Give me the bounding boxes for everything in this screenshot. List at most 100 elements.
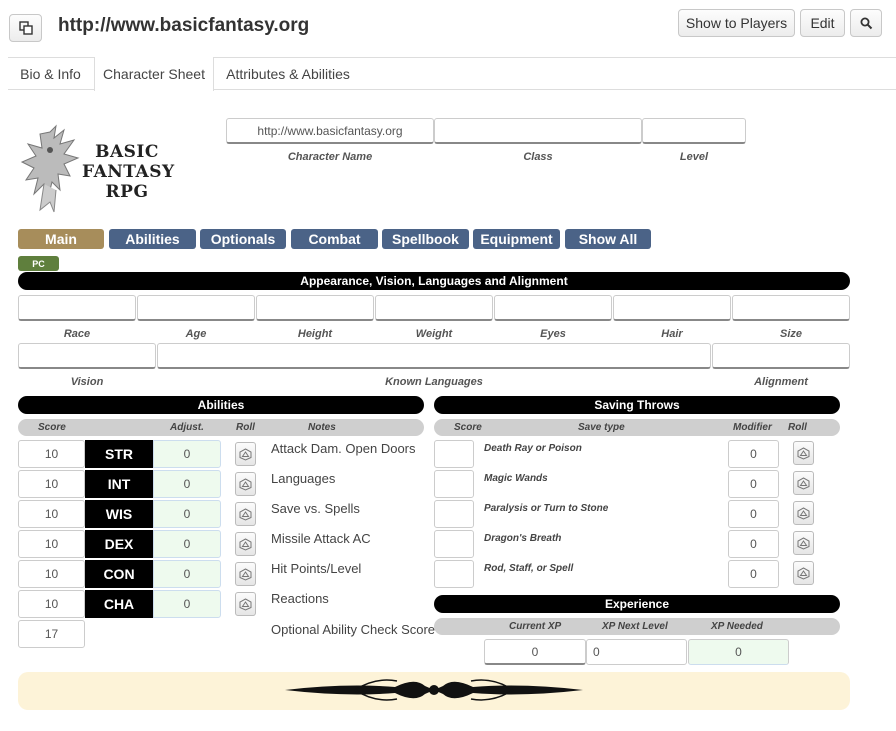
pc-badge[interactable]: PC <box>18 256 59 271</box>
nav-combat-button[interactable]: Combat <box>291 229 378 249</box>
paralysis-modifier[interactable]: 0 <box>728 500 779 528</box>
eyes-label: Eyes <box>540 328 566 340</box>
saving-throws-column-header-bar <box>434 419 840 436</box>
search-button[interactable] <box>850 9 882 37</box>
popout-icon <box>18 21 33 35</box>
popout-button[interactable] <box>9 14 42 42</box>
logo-line-1: BASIC <box>95 142 159 162</box>
cha-roll-button[interactable] <box>235 592 256 616</box>
logo-line-3: RPG <box>105 182 149 202</box>
known-languages-label: Known Languages <box>385 376 483 388</box>
int-note: Languages <box>271 471 336 486</box>
size-label: Size <box>779 328 802 340</box>
hair-field[interactable] <box>613 295 731 321</box>
con-note: Hit Points/Level <box>271 561 362 576</box>
race-label: Race <box>63 328 91 340</box>
rod-staff-spell-score[interactable] <box>434 560 474 588</box>
abilities-adjust-header: Adjust. <box>170 422 204 433</box>
death-ray-roll-button[interactable] <box>793 441 814 465</box>
xp-next-level-field: 0 <box>586 639 687 665</box>
dice-icon <box>797 506 810 520</box>
alignment-field[interactable] <box>712 343 850 369</box>
dragon-logo-image <box>20 124 82 216</box>
page-title: http://www.basicfantasy.org <box>58 15 310 36</box>
known-languages-field[interactable] <box>157 343 711 369</box>
abilities-section-header: Abilities <box>18 396 424 414</box>
paralysis-roll-button[interactable] <box>793 501 814 525</box>
death-ray-modifier[interactable]: 0 <box>728 440 779 468</box>
xp-needed-header: XP Needed <box>711 621 763 632</box>
nav-spellbook-button[interactable]: Spellbook <box>382 229 469 249</box>
str-label: STR <box>85 440 153 468</box>
experience-section-header: Experience <box>434 595 840 613</box>
dragons-breath-modifier[interactable]: 0 <box>728 530 779 558</box>
dragons-breath-roll-button[interactable] <box>793 531 814 555</box>
wis-roll-button[interactable] <box>235 502 256 526</box>
abilities-column-header-bar <box>18 419 424 436</box>
nav-optionals-button[interactable]: Optionals <box>200 229 286 249</box>
class-label: Class <box>523 151 553 163</box>
tab-character-sheet[interactable]: Character Sheet <box>94 57 214 91</box>
rod-staff-spell-label: Rod, Staff, or Spell <box>484 563 574 574</box>
current-xp-field[interactable]: 0 <box>484 639 586 665</box>
logo-text: BASIC FANTASY RPG <box>82 142 174 202</box>
tab-attributes-abilities[interactable]: Attributes & Abilities <box>218 57 358 90</box>
wis-note: Save vs. Spells <box>271 501 360 516</box>
weight-field[interactable] <box>375 295 493 321</box>
nav-main-button[interactable]: Main <box>18 229 104 249</box>
dice-icon <box>797 536 810 550</box>
abilities-notes-header: Notes <box>308 422 336 433</box>
dice-icon <box>797 476 810 490</box>
saving-throws-section-header: Saving Throws <box>434 396 840 414</box>
dice-icon <box>797 446 810 460</box>
magic-wands-modifier[interactable]: 0 <box>728 470 779 498</box>
dice-icon <box>239 507 252 521</box>
level-field[interactable] <box>642 118 746 144</box>
height-field[interactable] <box>256 295 374 321</box>
race-field[interactable] <box>18 295 136 321</box>
edit-button[interactable]: Edit <box>800 9 845 37</box>
current-xp-header: Current XP <box>509 621 562 632</box>
str-roll-button[interactable] <box>235 442 256 466</box>
character-name-label: Character Name <box>287 151 373 163</box>
saving-roll-header: Roll <box>788 422 807 433</box>
str-score[interactable]: 10 <box>18 440 85 468</box>
dex-adjust: 0 <box>153 530 221 558</box>
death-ray-score[interactable] <box>434 440 474 468</box>
paralysis-score[interactable] <box>434 500 474 528</box>
cha-note: Reactions <box>271 591 329 606</box>
magic-wands-roll-button[interactable] <box>793 471 814 495</box>
con-roll-button[interactable] <box>235 562 256 586</box>
xp-next-level-header: XP Next Level <box>602 621 668 632</box>
int-roll-button[interactable] <box>235 472 256 496</box>
vision-field[interactable] <box>18 343 156 369</box>
dice-icon <box>239 447 252 461</box>
age-field[interactable] <box>137 295 255 321</box>
nav-show-all-button[interactable]: Show All <box>565 229 651 249</box>
nav-abilities-button[interactable]: Abilities <box>109 229 196 249</box>
hair-label: Hair <box>661 328 683 340</box>
rod-staff-spell-modifier[interactable]: 0 <box>728 560 779 588</box>
dice-icon <box>239 477 252 491</box>
dex-roll-button[interactable] <box>235 532 256 556</box>
eyes-field[interactable] <box>494 295 612 321</box>
rod-staff-spell-roll-button[interactable] <box>793 561 814 585</box>
character-name-field[interactable]: http://www.basicfantasy.org <box>226 118 434 144</box>
search-icon <box>860 17 872 29</box>
size-field[interactable] <box>732 295 850 321</box>
nav-equipment-button[interactable]: Equipment <box>473 229 560 249</box>
cha-adjust: 0 <box>153 590 221 618</box>
optional-ability-check-score[interactable]: 17 <box>18 620 85 648</box>
dragons-breath-label: Dragon's Breath <box>484 533 562 544</box>
magic-wands-score[interactable] <box>434 470 474 498</box>
class-field[interactable] <box>434 118 642 144</box>
wis-label: WIS <box>85 500 153 528</box>
cha-score[interactable]: 10 <box>18 590 85 618</box>
tab-bio-info[interactable]: Bio & Info <box>8 57 93 90</box>
show-to-players-button[interactable]: Show to Players <box>678 9 795 37</box>
con-score[interactable]: 10 <box>18 560 85 588</box>
dex-score[interactable]: 10 <box>18 530 85 558</box>
int-score[interactable]: 10 <box>18 470 85 498</box>
wis-score[interactable]: 10 <box>18 500 85 528</box>
dragons-breath-score[interactable] <box>434 530 474 558</box>
